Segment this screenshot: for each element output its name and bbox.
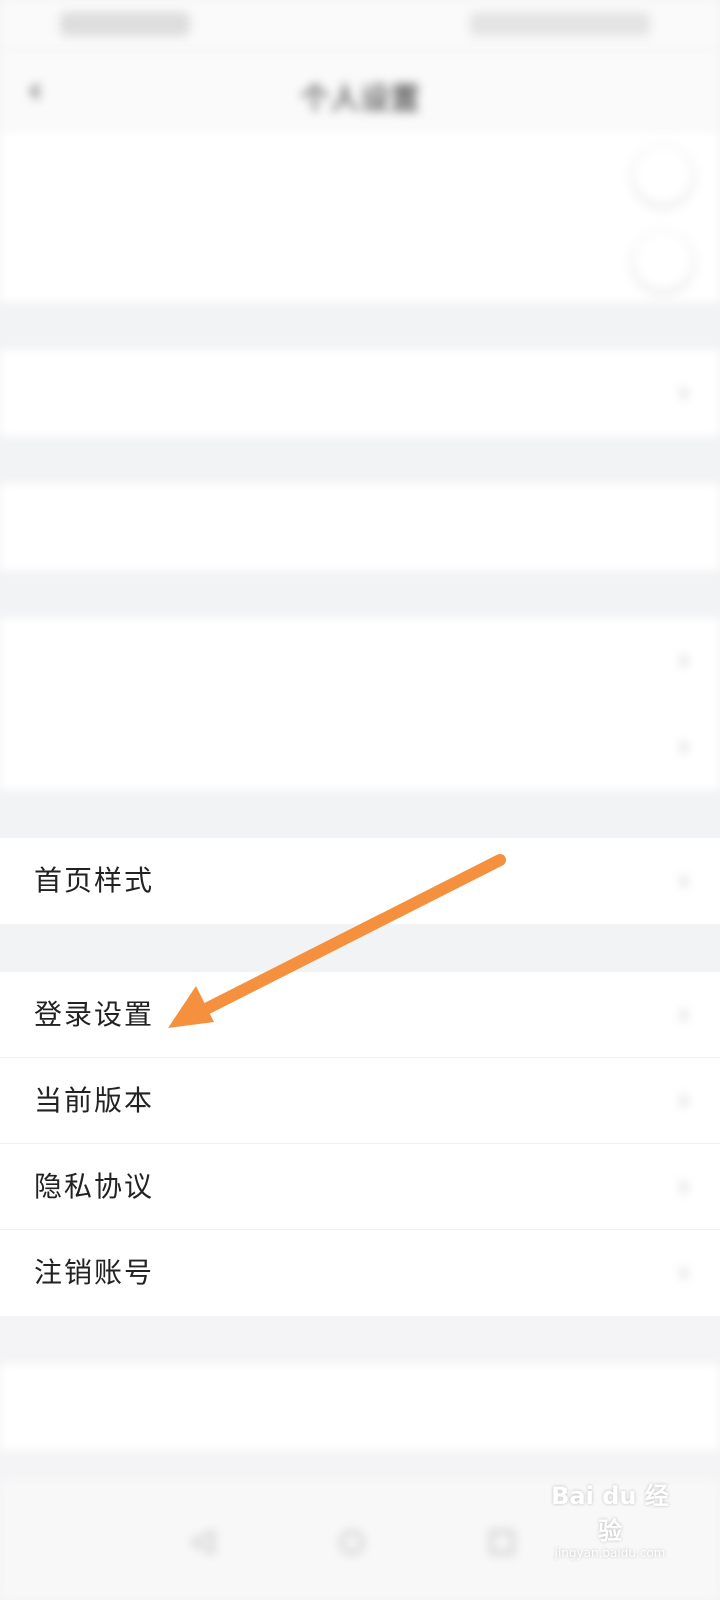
setting-row[interactable] bbox=[0, 216, 720, 302]
logout-button[interactable] bbox=[0, 1364, 720, 1450]
settings-group-account: 登录设置 › 当前版本 › 隐私协议 › 注销账号 › bbox=[0, 972, 720, 1316]
page-title: 个人设置 bbox=[300, 82, 420, 117]
watermark-url: jingyan.baidu.com bbox=[554, 1546, 666, 1560]
section-divider bbox=[0, 790, 720, 838]
section-divider bbox=[0, 570, 720, 618]
chevron-right-icon: › bbox=[678, 375, 690, 410]
delete-account-label: 注销账号 bbox=[34, 1256, 155, 1289]
setting-row[interactable]: › bbox=[0, 704, 720, 790]
chevron-right-icon: › bbox=[678, 1255, 690, 1290]
settings-group-2: › bbox=[0, 350, 720, 436]
section-divider bbox=[0, 302, 720, 350]
login-settings-label: 登录设置 bbox=[34, 998, 155, 1031]
current-version-row[interactable]: 当前版本 › bbox=[0, 1058, 720, 1144]
homepage-style-row[interactable]: 首页样式 › bbox=[0, 838, 720, 924]
setting-row[interactable]: › bbox=[0, 618, 720, 704]
chevron-right-icon: › bbox=[678, 729, 690, 764]
privacy-policy-label: 隐私协议 bbox=[34, 1170, 155, 1203]
homepage-style-label: 首页样式 bbox=[34, 864, 155, 897]
setting-row[interactable] bbox=[0, 484, 720, 570]
chevron-right-icon: › bbox=[678, 1083, 690, 1118]
baidu-watermark: Bai du 经验 jingyan.baidu.com bbox=[540, 1476, 680, 1560]
settings-group-4: › › bbox=[0, 618, 720, 790]
setting-row[interactable]: › bbox=[0, 350, 720, 436]
home-icon[interactable]: ○ bbox=[335, 1524, 369, 1558]
current-version-label: 当前版本 bbox=[34, 1084, 155, 1117]
battery-icon bbox=[470, 12, 650, 36]
login-settings-row[interactable]: 登录设置 › bbox=[0, 972, 720, 1058]
signal-icon bbox=[60, 12, 190, 36]
settings-group-notifications bbox=[0, 130, 720, 302]
chevron-right-icon: › bbox=[678, 643, 690, 678]
setting-row[interactable] bbox=[0, 130, 720, 216]
section-divider bbox=[0, 436, 720, 484]
recents-icon[interactable]: □ bbox=[485, 1524, 519, 1558]
nav-bar: ‹ 个人设置 bbox=[0, 50, 720, 130]
section-divider bbox=[0, 924, 720, 972]
chevron-right-icon: › bbox=[678, 863, 690, 898]
delete-account-row[interactable]: 注销账号 › bbox=[0, 1230, 720, 1316]
chevron-right-icon: › bbox=[678, 1169, 690, 1204]
settings-group-homepage: 首页样式 › bbox=[0, 838, 720, 924]
watermark-brand: Bai du 经验 bbox=[551, 1482, 669, 1545]
toggle-switch[interactable] bbox=[634, 146, 692, 204]
privacy-policy-row[interactable]: 隐私协议 › bbox=[0, 1144, 720, 1230]
settings-group-3 bbox=[0, 484, 720, 570]
back-icon[interactable]: ◁ bbox=[185, 1524, 219, 1558]
chevron-right-icon: › bbox=[678, 997, 690, 1032]
status-bar bbox=[0, 0, 720, 50]
toggle-switch[interactable] bbox=[634, 232, 692, 290]
